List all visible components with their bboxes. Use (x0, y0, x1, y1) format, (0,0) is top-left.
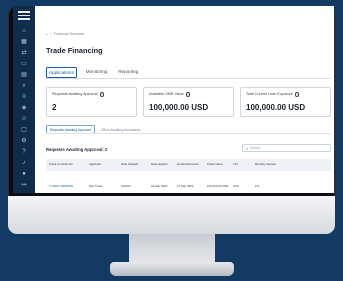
column-header[interactable]: Trade Value (204, 162, 230, 166)
column-header[interactable]: Date Initiated (118, 162, 148, 166)
bell-icon[interactable]: ♪ (20, 160, 28, 166)
user-icon[interactable]: ● (20, 171, 28, 177)
table-cell: 10/3/24 (121, 184, 131, 188)
document-icon[interactable]: ▢ (20, 127, 28, 133)
monitor-chin (8, 196, 335, 234)
breadcrumb: ⌂ › Financial Services (46, 32, 85, 36)
table-cell: 10% (233, 184, 239, 188)
table-cell: 100,000.00 USD (207, 184, 229, 188)
info-icon[interactable]: i (99, 92, 105, 97)
column-header[interactable]: Date Applied (148, 162, 174, 166)
card-value: 100,000.00 USD (246, 102, 306, 112)
main-content: ⌂ › Financial Services Trade Financing App… (35, 6, 334, 193)
column-header[interactable]: Trade Contract No. (46, 162, 86, 166)
table-cell: 02 Sep 2022 (151, 184, 168, 188)
contract-link[interactable]: TC0001-00000000 (46, 184, 86, 188)
card-requests-awaiting: Requests Awaiting Approval i 2 (46, 87, 137, 117)
card-value: 2 (52, 102, 57, 112)
table-cell: Sun Trade (89, 184, 103, 188)
summary-cards: Requests Awaiting Approval i 2 Available … (46, 87, 331, 117)
column-header[interactable]: LTV (230, 162, 252, 166)
column-header[interactable]: Applicant (86, 162, 118, 166)
main-tabs: Applications Monitoring Reporting (46, 67, 147, 78)
section-title: Requests Awaiting Approval: 2 (46, 147, 108, 152)
home-icon[interactable]: ⌂ (20, 28, 28, 34)
monitor-stand-base (110, 262, 234, 276)
table-row[interactable]: TC0001-00000000 Sun Trade 10/3/24 02 Sep… (46, 181, 331, 191)
column-header[interactable]: Monthly Interest (252, 162, 282, 166)
settings-icon[interactable]: ⚙ (20, 138, 28, 144)
card-label: Total Current Loan Exposure (246, 92, 293, 97)
column-header[interactable]: Goods Received (174, 162, 204, 166)
search-input[interactable] (250, 146, 321, 150)
search-icon[interactable]: ⌕ (20, 83, 28, 89)
trade-icon[interactable]: ◈ (20, 105, 28, 111)
page-title: Trade Financing (46, 46, 103, 55)
monitor-stand-neck (129, 234, 215, 264)
card-value: 100,000.00 USD (149, 102, 209, 112)
breadcrumb-current[interactable]: Financial Services (54, 32, 85, 36)
help-icon[interactable]: ? (20, 149, 28, 155)
table-header: Trade Contract No. Applicant Date Initia… (46, 159, 331, 171)
sidebar: ⌂ ▦ ⇄ ▭ ▤ ⌕ ≡ ◈ ☺ ▢ ⚙? ♪ ● ↦ (13, 6, 35, 193)
screen: ⌂ ▦ ⇄ ▭ ▤ ⌕ ≡ ◈ ☺ ▢ ⚙? ♪ ● ↦ ⌂ › Financial Services Tra… (13, 6, 334, 193)
subtabs-divider (46, 133, 331, 134)
tab-reporting[interactable]: Reporting (116, 67, 140, 78)
search-box[interactable]: ⌕ (242, 144, 331, 152)
home-icon[interactable]: ⌂ (46, 32, 48, 36)
subtab-offers-awaiting[interactable]: Offers Awaiting Acceptance (98, 126, 144, 133)
menu-icon[interactable] (18, 11, 30, 20)
tab-monitoring[interactable]: Monitoring (84, 67, 109, 78)
dashboard-icon[interactable]: ▦ (20, 39, 28, 45)
list-icon[interactable]: ≡ (20, 94, 28, 100)
card-label: Requests Awaiting Approval (52, 92, 98, 97)
transfer-icon[interactable]: ⇄ (20, 50, 28, 56)
info-icon[interactable]: i (185, 92, 191, 97)
card-loan-exposure: Total Current Loan Exposure i 100,000.00 … (240, 87, 331, 117)
search-icon: ⌕ (246, 145, 249, 151)
logout-icon[interactable]: ↦ (20, 182, 28, 188)
chart-icon[interactable]: ▤ (20, 72, 28, 78)
table-cell: 27 Sep 2022 (177, 184, 194, 188)
tabs-divider (46, 78, 331, 79)
table-cell: 1% (255, 184, 260, 188)
people-icon[interactable]: ☺ (20, 116, 28, 122)
cards-icon[interactable]: ▭ (20, 61, 28, 67)
tab-applications[interactable]: Applications (46, 67, 77, 78)
info-icon[interactable]: i (294, 92, 300, 97)
card-label: Available OMR Value (149, 92, 184, 97)
card-available-value: Available OMR Value i 100,000.00 USD (143, 87, 234, 117)
